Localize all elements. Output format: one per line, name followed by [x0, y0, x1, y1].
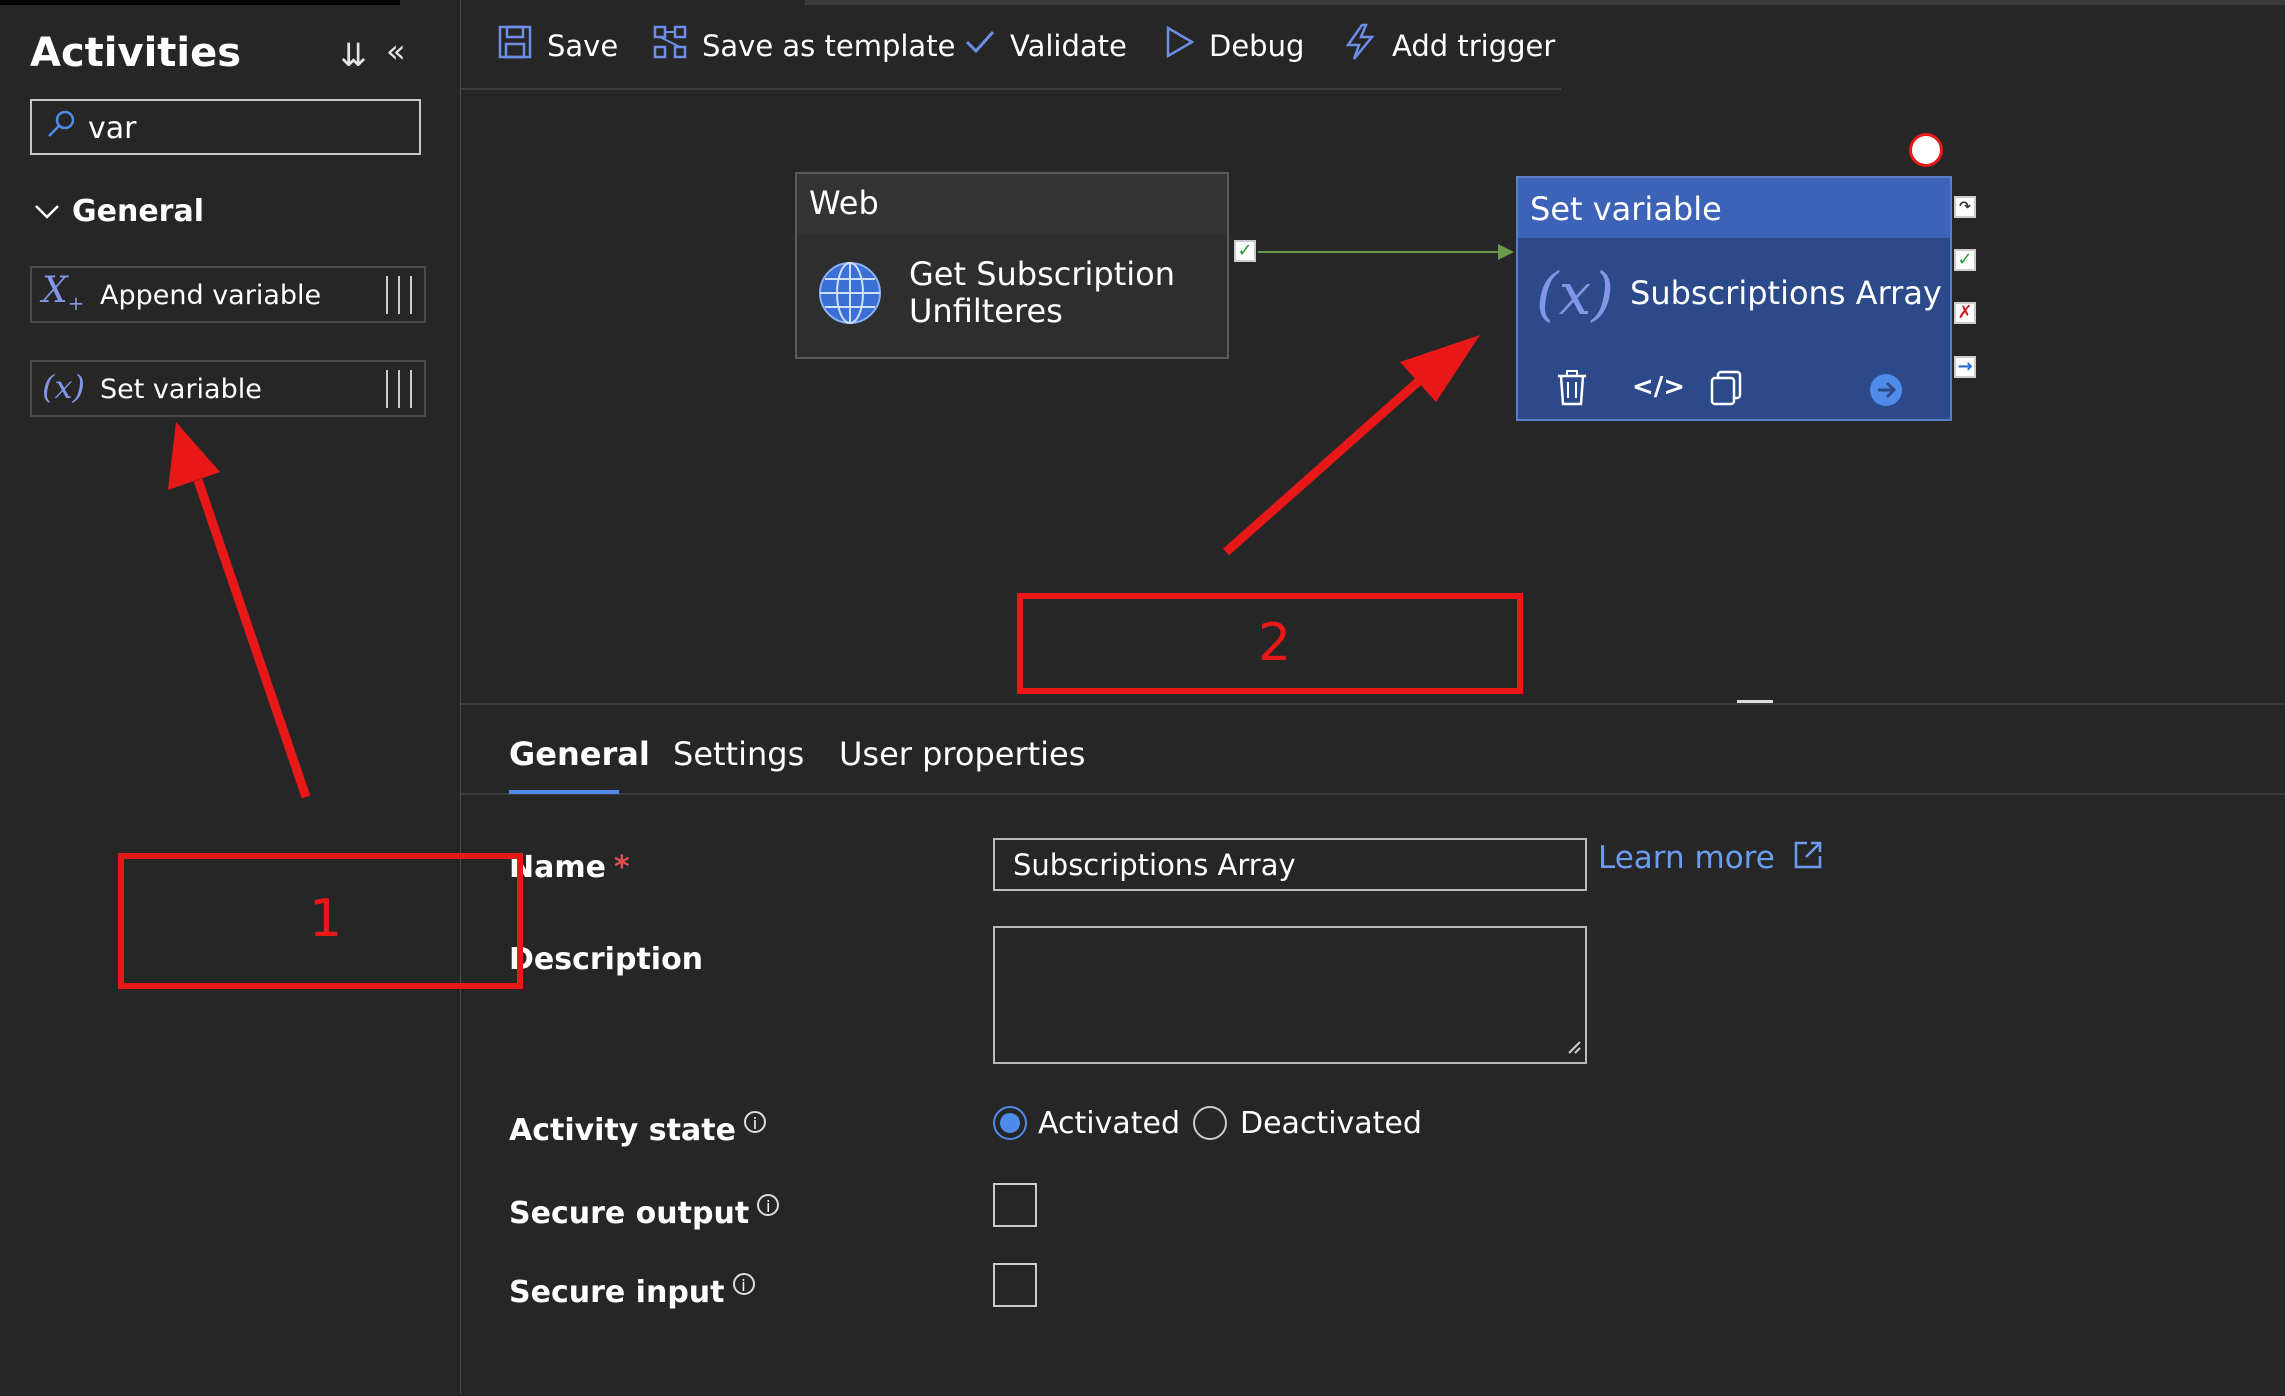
template-icon — [652, 24, 688, 68]
play-icon — [1165, 25, 1195, 67]
checkmark-icon — [964, 26, 996, 66]
node-type-label: Web — [797, 174, 1227, 234]
secure-input-checkbox[interactable] — [993, 1263, 1037, 1307]
annotation-number-2: 2 — [1258, 613, 1292, 673]
deactivated-label: Deactivated — [1240, 1106, 1422, 1141]
skipped-output-icon[interactable]: ↷ — [1954, 196, 1976, 218]
secure-input-text: Secure input — [509, 1275, 725, 1310]
activity-state-label: Activity state i — [509, 1111, 766, 1148]
active-tab-indicator — [509, 790, 619, 794]
name-label: Name * — [509, 850, 630, 885]
activity-append-variable[interactable]: X+ Append variable — [30, 266, 426, 323]
activated-radio[interactable] — [993, 1106, 1027, 1140]
append-variable-icon: X+ — [42, 270, 85, 316]
success-output-icon[interactable]: ✓ — [1234, 240, 1256, 262]
validate-label: Validate — [1010, 29, 1127, 63]
status-circle-icon — [1909, 133, 1943, 167]
drag-handle-icon[interactable] — [386, 370, 412, 408]
external-link-icon — [1793, 840, 1823, 878]
info-icon[interactable]: i — [743, 1111, 766, 1133]
add-trigger-button[interactable]: Add trigger — [1344, 23, 1556, 69]
description-textarea[interactable] — [993, 926, 1587, 1064]
resize-grip-icon[interactable] — [1565, 1038, 1581, 1058]
activities-title: Activities — [30, 30, 242, 76]
group-general-label: General — [72, 194, 204, 229]
learn-more-label: Learn more — [1598, 840, 1775, 876]
debug-button[interactable]: Debug — [1165, 24, 1304, 68]
chevron-down-icon — [34, 194, 60, 229]
required-mark: * — [613, 850, 630, 885]
learn-more-link[interactable]: Learn more — [1598, 840, 1823, 878]
node-name-line1: Get Subscription — [909, 255, 1176, 293]
name-input[interactable]: Subscriptions Array — [993, 838, 1587, 891]
failure-output-icon[interactable]: ✗ — [1954, 302, 1976, 324]
activity-set-variable[interactable]: (x) Set variable — [30, 360, 426, 417]
info-icon[interactable]: i — [732, 1273, 755, 1295]
add-trigger-label: Add trigger — [1392, 29, 1556, 63]
tab-settings[interactable]: Settings — [673, 735, 804, 773]
tab-general[interactable]: General — [509, 735, 650, 773]
set-variable-icon: (x) — [42, 368, 86, 406]
globe-icon — [817, 260, 883, 330]
activity-label: Set variable — [100, 374, 262, 405]
web-activity-node[interactable]: Web Get Subscription Unfilteres — [795, 172, 1229, 359]
copy-icon[interactable] — [1710, 370, 1742, 410]
collapse-all-icon[interactable]: ⇊ — [340, 36, 367, 74]
node-type-label: Set variable — [1518, 178, 1950, 238]
secure-input-label: Secure input i — [509, 1273, 755, 1310]
code-icon[interactable]: </> — [1632, 372, 1685, 402]
group-general-header[interactable]: General — [34, 194, 204, 229]
save-as-template-button[interactable]: Save as template — [652, 24, 955, 68]
secure-output-label: Secure output i — [509, 1194, 780, 1231]
activated-label: Activated — [1038, 1106, 1180, 1141]
validate-button[interactable]: Validate — [964, 24, 1127, 68]
annotation-box-2: 2 — [1017, 593, 1523, 694]
node-name-line2: Unfilteres — [909, 292, 1063, 330]
set-variable-icon: (x) — [1536, 260, 1614, 328]
activities-search-input[interactable]: var — [30, 99, 421, 155]
search-icon — [44, 107, 78, 145]
info-icon[interactable]: i — [757, 1194, 780, 1216]
drag-handle-icon[interactable] — [386, 276, 412, 314]
top-bar-left — [0, 0, 400, 5]
completion-output-icon[interactable]: → — [1954, 356, 1976, 378]
save-button[interactable]: Save — [497, 24, 618, 68]
activity-state-text: Activity state — [509, 1113, 736, 1148]
activity-label: Append variable — [100, 280, 322, 311]
tab-user-properties[interactable]: User properties — [839, 735, 1085, 773]
annotation-box-1: 1 — [118, 853, 523, 989]
annotation-number-1: 1 — [309, 889, 343, 949]
success-output-icon[interactable]: ✓ — [1954, 249, 1976, 271]
save-as-template-label: Save as template — [702, 29, 956, 63]
delete-icon[interactable] — [1556, 370, 1588, 410]
set-variable-node[interactable]: Set variable (x) Subscriptions Array </> — [1516, 176, 1952, 421]
debug-label: Debug — [1209, 29, 1305, 63]
secure-output-checkbox[interactable] — [993, 1183, 1037, 1227]
lightning-icon — [1344, 23, 1378, 69]
deactivated-radio[interactable] — [1193, 1106, 1227, 1140]
collapse-panel-icon[interactable]: « — [386, 32, 406, 70]
description-label: Description — [509, 942, 704, 977]
secure-output-text: Secure output — [509, 1196, 750, 1231]
tabs-divider — [461, 793, 2285, 795]
go-arrow-icon[interactable] — [1870, 374, 1902, 406]
dependency-connector — [1258, 244, 1514, 260]
node-name: Subscriptions Array — [1630, 274, 1942, 312]
search-value: var — [88, 111, 137, 146]
name-label-text: Name — [509, 850, 606, 885]
save-icon — [497, 24, 533, 68]
save-label: Save — [547, 29, 619, 63]
